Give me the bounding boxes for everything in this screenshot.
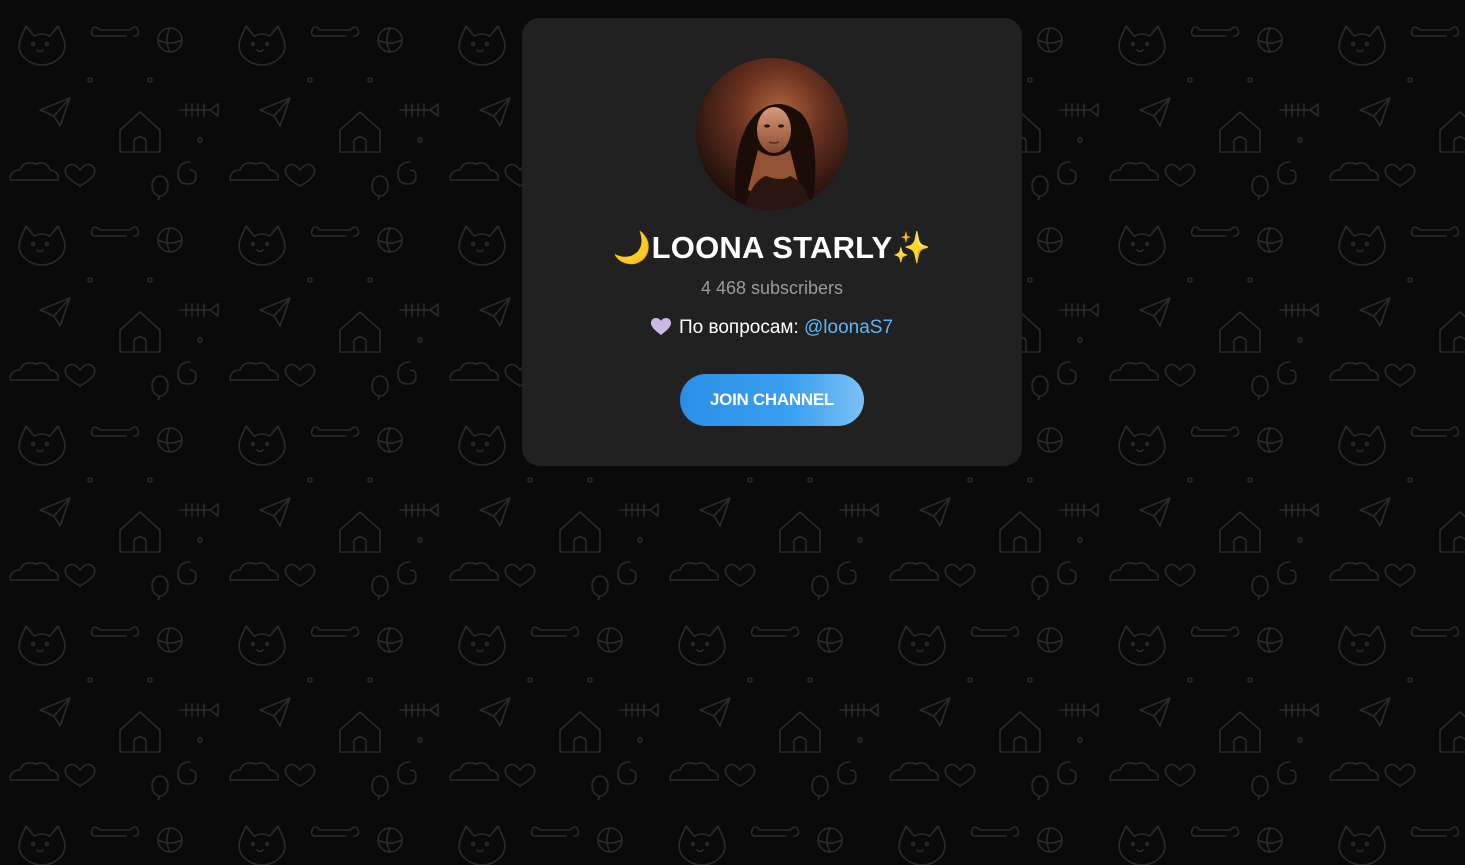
subscriber-count: 4 468 subscribers <box>700 278 844 298</box>
purple-heart-icon <box>650 318 671 335</box>
channel-avatar <box>696 58 848 210</box>
contact-link[interactable]: @loonaS7 <box>804 317 893 338</box>
channel-description: По вопросам: @loonaS7 <box>522 315 1022 341</box>
channel-title-text: LOONA STARLY <box>651 230 893 265</box>
channel-card: 🌙LOONA STARLY✨ 4 468 subscribers По вопр… <box>522 18 1022 466</box>
crescent-moon-icon: 🌙 <box>612 230 652 266</box>
avatar-image <box>696 58 848 210</box>
channel-title: 🌙LOONA STARLY✨ <box>522 228 1022 268</box>
description-text: По вопросам: <box>678 317 805 338</box>
sparkles-icon: ✨ <box>892 230 932 266</box>
join-channel-button[interactable]: JOIN CHANNEL <box>680 374 864 426</box>
